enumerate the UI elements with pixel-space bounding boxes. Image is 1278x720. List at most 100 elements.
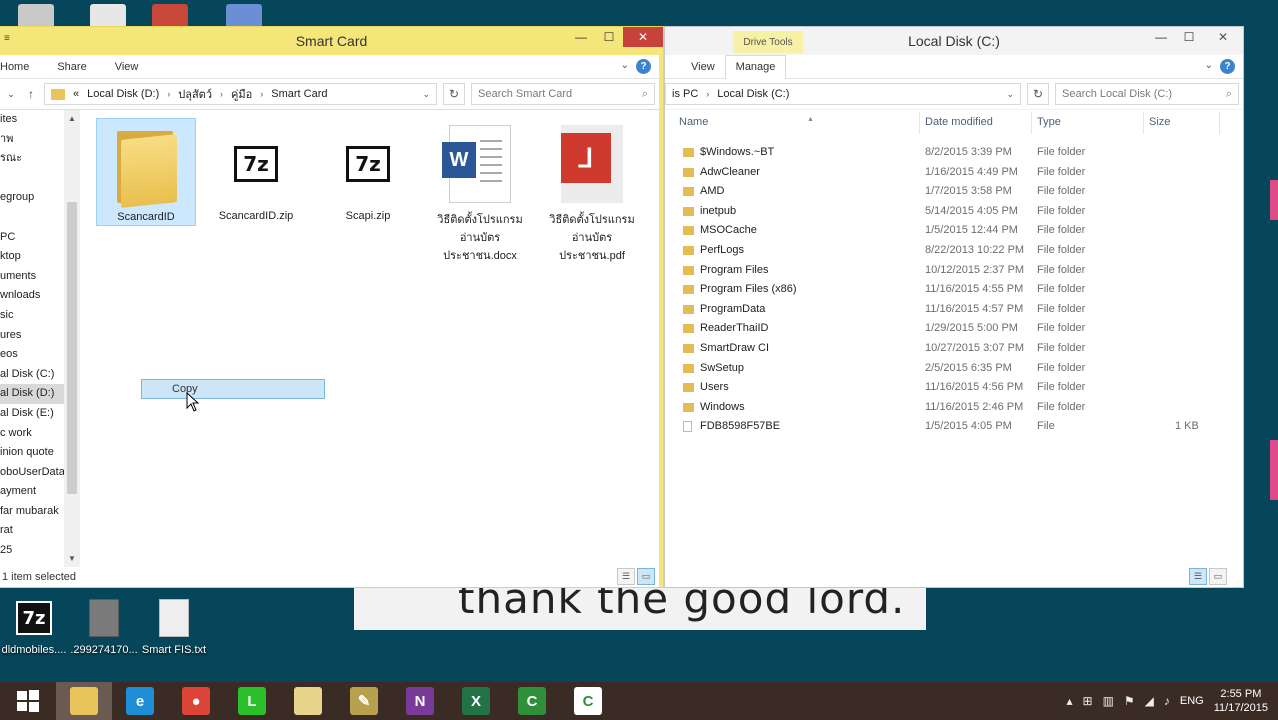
tab-view[interactable]: View bbox=[97, 61, 149, 73]
recycle-bin-icon[interactable] bbox=[18, 4, 54, 28]
search-input[interactable]: Search Smart Card ⌕ bbox=[471, 83, 655, 105]
title-bar[interactable]: ≡ Smart Card — ☐ ✕ bbox=[0, 27, 663, 55]
help-icon[interactable]: ? bbox=[636, 59, 651, 74]
network-icon[interactable]: ▥ bbox=[1103, 694, 1114, 708]
scroll-up-icon[interactable]: ▲ bbox=[64, 114, 80, 123]
address-bar[interactable]: is PC › Local Disk (C:) ⌄ bbox=[665, 83, 1021, 105]
taskbar-button[interactable] bbox=[56, 682, 112, 720]
up-arrow-icon[interactable]: ↑ bbox=[24, 87, 38, 101]
details-view-button[interactable]: ☰ bbox=[617, 568, 635, 585]
file-tile-scancardid[interactable]: ScancardID bbox=[96, 118, 196, 226]
7zip-archive-icon: 7z bbox=[234, 146, 278, 182]
table-row[interactable]: SmartDraw CI 10/27/2015 3:07 PM File folde… bbox=[665, 339, 1243, 359]
column-divider[interactable] bbox=[1143, 112, 1144, 134]
breadcrumb-this-pc[interactable]: is PC bbox=[672, 88, 698, 100]
table-row[interactable]: AMD 1/7/2015 3:58 PM File folder bbox=[665, 182, 1243, 202]
view-switcher: ☰ ▭ bbox=[1189, 568, 1227, 585]
help-icon[interactable]: ? bbox=[1220, 59, 1235, 74]
volume-icon[interactable]: ♪ bbox=[1164, 694, 1170, 708]
cell-name: SwSetup bbox=[700, 361, 745, 374]
column-type[interactable]: Type bbox=[1037, 116, 1061, 128]
clock[interactable]: 2:55 PM 11/17/2015 bbox=[1214, 687, 1268, 715]
search-input[interactable]: Search Local Disk (C:) ⌕ bbox=[1055, 83, 1239, 105]
computer-icon[interactable] bbox=[226, 4, 262, 28]
breadcrumb-smart-card[interactable]: Smart Card bbox=[271, 88, 327, 100]
tab-home[interactable]: Home bbox=[0, 61, 39, 73]
table-row[interactable]: SwSetup 2/5/2015 6:35 PM File folder bbox=[665, 359, 1243, 379]
wifi-icon[interactable]: ◢ bbox=[1145, 694, 1154, 708]
breadcrumb-folder[interactable]: ปลุสัตว์ bbox=[178, 85, 212, 103]
file-tile-scancardid-zip[interactable]: 7z ScancardID.zip bbox=[206, 118, 306, 222]
input-language[interactable]: ENG bbox=[1180, 695, 1204, 707]
refresh-button[interactable]: ↻ bbox=[443, 83, 465, 105]
title-bar[interactable]: Drive Tools Local Disk (C:) — ☐ ✕ bbox=[665, 27, 1243, 55]
large-icons-view-button[interactable]: ▭ bbox=[1209, 568, 1227, 585]
pdf-icon[interactable] bbox=[152, 4, 188, 28]
scroll-down-icon[interactable]: ▼ bbox=[64, 554, 80, 563]
table-row[interactable]: ProgramData 11/16/2015 4:57 PM File folder bbox=[665, 300, 1243, 320]
table-row[interactable]: Users 11/16/2015 4:56 PM File folder bbox=[665, 378, 1243, 398]
table-row[interactable]: ReaderThaiID 1/29/2015 5:00 PM File folder bbox=[665, 319, 1243, 339]
minimize-button[interactable]: — bbox=[567, 27, 595, 47]
file-tile-instructions-docx[interactable]: W วิธีติดตั้งโปรแกรมอ่านบัตรประชาชน.docx bbox=[430, 118, 530, 264]
table-row[interactable]: FDB8598F57BE 1/5/2015 4:05 PM File 1 KB bbox=[665, 417, 1243, 437]
document-icon[interactable] bbox=[90, 4, 126, 28]
cell-name: ReaderThaiID bbox=[700, 322, 769, 335]
breadcrumb-overflow[interactable]: « bbox=[73, 88, 79, 100]
column-divider[interactable] bbox=[919, 112, 920, 134]
table-row[interactable]: PerfLogs 8/22/2013 10:22 PM File folder bbox=[665, 241, 1243, 261]
close-button[interactable]: ✕ bbox=[1203, 27, 1243, 47]
chevron-down-icon[interactable]: ⌄ bbox=[1205, 60, 1213, 71]
refresh-button[interactable]: ↻ bbox=[1027, 83, 1049, 105]
file-tile-instructions-pdf[interactable]: ⅃ วิธีติดตั้งโปรแกรมอ่านบัตรประชาชน.pdf bbox=[542, 118, 642, 264]
taskbar-button[interactable]: C bbox=[560, 682, 616, 720]
table-row[interactable]: MSOCache 1/5/2015 12:44 PM File folder bbox=[665, 221, 1243, 241]
chevron-down-icon[interactable]: ⌄ bbox=[422, 89, 430, 100]
dropdown-history-icon[interactable]: ⌄ bbox=[4, 89, 18, 100]
chevron-down-icon[interactable]: ⌄ bbox=[621, 60, 629, 71]
breadcrumb-local-disk-d[interactable]: Local Disk (D:) bbox=[87, 88, 159, 100]
table-row[interactable]: Program Files (x86) 11/16/2015 4:55 PM Fil… bbox=[665, 280, 1243, 300]
minimize-button[interactable]: — bbox=[1147, 27, 1175, 47]
maximize-button[interactable]: ☐ bbox=[595, 27, 623, 47]
taskbar-button[interactable]: ✎ bbox=[336, 682, 392, 720]
show-hidden-icons-icon[interactable]: ▴ bbox=[1066, 694, 1072, 708]
column-name[interactable]: Name bbox=[679, 116, 708, 128]
column-date-modified[interactable]: Date modified bbox=[925, 116, 993, 128]
scrollbar-thumb[interactable] bbox=[67, 202, 77, 494]
table-row[interactable]: AdwCleaner 1/16/2015 4:49 PM File folder bbox=[665, 163, 1243, 183]
column-divider[interactable] bbox=[1031, 112, 1032, 134]
tab-manage[interactable]: Manage bbox=[724, 54, 787, 79]
pdf-document-icon: ⅃ bbox=[561, 125, 623, 203]
details-view-button[interactable]: ☰ bbox=[1189, 568, 1207, 585]
close-button[interactable]: ✕ bbox=[623, 27, 663, 47]
table-row[interactable]: $Windows.~BT 8/2/2015 3:39 PM File folder bbox=[665, 143, 1243, 163]
file-tile-scapi-zip[interactable]: 7z Scapi.zip bbox=[318, 118, 418, 222]
taskbar-button[interactable]: X bbox=[448, 682, 504, 720]
maximize-button[interactable]: ☐ bbox=[1175, 27, 1203, 47]
windows-flag-icon[interactable]: ⊞ bbox=[1083, 694, 1093, 708]
taskbar-button[interactable] bbox=[280, 682, 336, 720]
column-divider[interactable] bbox=[1219, 112, 1220, 134]
tab-view[interactable]: View bbox=[665, 61, 725, 73]
address-bar[interactable]: « Local Disk (D:) › ปลุสัตว์ › คู่มือ › … bbox=[44, 83, 437, 105]
taskbar-button[interactable]: C bbox=[504, 682, 560, 720]
column-size[interactable]: Size bbox=[1149, 116, 1170, 128]
breadcrumb-local-disk-c[interactable]: Local Disk (C:) bbox=[717, 88, 789, 100]
table-row[interactable]: Windows 11/16/2015 2:46 PM File folder bbox=[665, 398, 1243, 418]
taskbar-button[interactable]: e bbox=[112, 682, 168, 720]
taskbar-button[interactable]: N bbox=[392, 682, 448, 720]
action-center-icon[interactable]: ⚑ bbox=[1124, 694, 1135, 708]
breadcrumb-manual[interactable]: คู่มือ bbox=[231, 85, 252, 103]
background-accent bbox=[1270, 180, 1278, 220]
taskbar-button[interactable]: ● bbox=[168, 682, 224, 720]
tab-share[interactable]: Share bbox=[39, 61, 96, 73]
chevron-down-icon[interactable]: ⌄ bbox=[1006, 89, 1014, 100]
desktop-icon-smart-fis[interactable]: Smart FIS.txt bbox=[132, 598, 216, 656]
large-icons-view-button[interactable]: ▭ bbox=[637, 568, 655, 585]
start-button[interactable] bbox=[0, 682, 56, 720]
table-row[interactable]: inetpub 5/14/2015 4:05 PM File folder bbox=[665, 202, 1243, 222]
taskbar-button[interactable]: L bbox=[224, 682, 280, 720]
navigation-scrollbar[interactable]: ▲ ▼ bbox=[64, 110, 80, 567]
table-row[interactable]: Program Files 10/12/2015 2:37 PM File fold… bbox=[665, 261, 1243, 281]
